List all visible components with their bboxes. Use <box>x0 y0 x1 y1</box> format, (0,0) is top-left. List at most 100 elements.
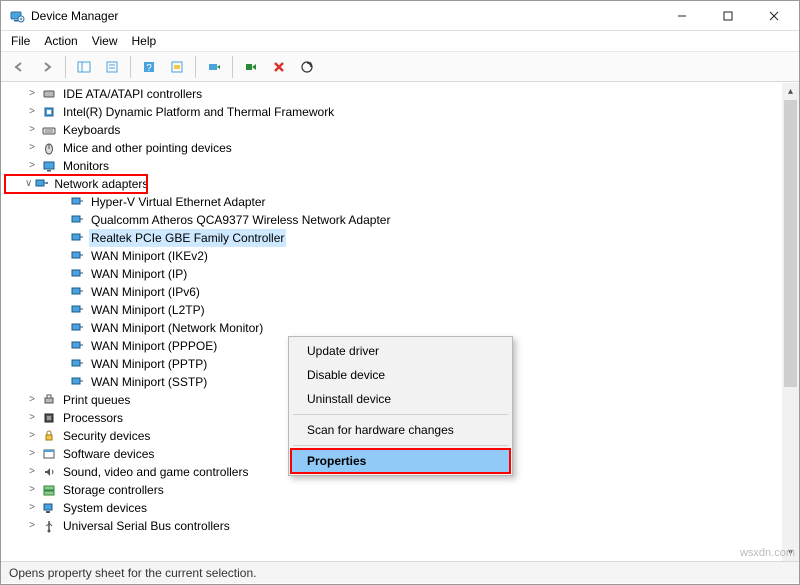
tree-label: Hyper-V Virtual Ethernet Adapter <box>89 193 268 211</box>
menu-bar: File Action View Help <box>1 31 799 52</box>
expand-icon[interactable]: > <box>25 481 39 499</box>
update-driver-button[interactable] <box>202 55 226 79</box>
tree-item-storage[interactable]: > Storage controllers <box>5 481 799 499</box>
ctx-separator <box>293 445 508 446</box>
tree-item-adapter[interactable]: Hyper-V Virtual Ethernet Adapter <box>5 193 799 211</box>
tree-label: IDE ATA/ATAPI controllers <box>61 85 204 103</box>
tree-label: Security devices <box>61 427 152 445</box>
enable-device-button[interactable] <box>239 55 263 79</box>
network-adapter-icon <box>69 230 85 246</box>
ctx-disable-device[interactable]: Disable device <box>291 363 510 387</box>
expand-icon[interactable]: > <box>25 499 39 517</box>
minimize-button[interactable] <box>659 1 705 31</box>
tree-item-adapter[interactable]: WAN Miniport (IP) <box>5 265 799 283</box>
network-adapter-icon <box>69 338 85 354</box>
tree-item-system-devices[interactable]: > System devices <box>5 499 799 517</box>
tree-label: Universal Serial Bus controllers <box>61 517 232 535</box>
scrollbar[interactable]: ▴ ▾ <box>782 83 799 561</box>
tree-label: Print queues <box>61 391 132 409</box>
uninstall-device-button[interactable] <box>267 55 291 79</box>
expand-icon[interactable]: > <box>25 391 39 409</box>
tree-label: Keyboards <box>61 121 122 139</box>
network-adapter-icon <box>69 320 85 336</box>
tree-label: System devices <box>61 499 149 517</box>
close-button[interactable] <box>751 1 797 31</box>
expand-icon[interactable]: > <box>25 463 39 481</box>
network-adapter-icon <box>69 266 85 282</box>
event-button[interactable] <box>165 55 189 79</box>
device-tree[interactable]: > IDE ATA/ATAPI controllers > Intel(R) D… <box>1 83 799 561</box>
tree-label: WAN Miniport (IPv6) <box>89 283 202 301</box>
maximize-button[interactable] <box>705 1 751 31</box>
watermark: wsxdn.com <box>740 547 795 559</box>
system-icon <box>41 500 57 516</box>
menu-help[interactable]: Help <box>132 34 157 48</box>
tree-label: WAN Miniport (IKEv2) <box>89 247 210 265</box>
ctx-properties[interactable]: Properties <box>291 449 510 473</box>
tree-item-keyboards[interactable]: > Keyboards <box>5 121 799 139</box>
expand-icon[interactable]: > <box>25 103 39 121</box>
back-button[interactable] <box>7 55 31 79</box>
properties-button[interactable] <box>100 55 124 79</box>
expand-icon[interactable]: > <box>25 409 39 427</box>
expand-icon[interactable]: > <box>25 139 39 157</box>
expand-icon[interactable]: > <box>25 157 39 175</box>
tree-item-adapter[interactable]: WAN Miniport (L2TP) <box>5 301 799 319</box>
usb-icon <box>41 518 57 534</box>
tree-label: WAN Miniport (L2TP) <box>89 301 207 319</box>
content-area: > IDE ATA/ATAPI controllers > Intel(R) D… <box>1 82 799 561</box>
svg-text:?: ? <box>146 63 152 74</box>
context-menu: Update driver Disable device Uninstall d… <box>288 336 513 476</box>
toolbar-separator <box>232 56 233 78</box>
tree-item-ide[interactable]: > IDE ATA/ATAPI controllers <box>5 85 799 103</box>
tree-label: WAN Miniport (Network Monitor) <box>89 319 265 337</box>
help-button[interactable]: ? <box>137 55 161 79</box>
scroll-up-icon[interactable]: ▴ <box>782 83 799 100</box>
tree-label: Network adapters <box>52 175 150 193</box>
forward-button[interactable] <box>35 55 59 79</box>
ctx-update-driver[interactable]: Update driver <box>291 339 510 363</box>
expand-icon[interactable]: > <box>25 427 39 445</box>
storage-icon <box>41 482 57 498</box>
window-title: Device Manager <box>31 9 118 23</box>
status-bar: Opens property sheet for the current sel… <box>1 561 799 583</box>
toolbar-separator <box>65 56 66 78</box>
tree-item-adapter[interactable]: WAN Miniport (IKEv2) <box>5 247 799 265</box>
cpu-icon <box>41 410 57 426</box>
network-icon <box>34 176 48 192</box>
tree-label: Processors <box>61 409 125 427</box>
tree-label: Storage controllers <box>61 481 166 499</box>
monitor-icon <box>41 158 57 174</box>
menu-file[interactable]: File <box>11 34 30 48</box>
show-hide-tree-button[interactable] <box>72 55 96 79</box>
tree-item-adapter[interactable]: WAN Miniport (Network Monitor) <box>5 319 799 337</box>
collapse-icon[interactable]: ∨ <box>25 175 32 193</box>
tree-item-monitors[interactable]: > Monitors <box>5 157 799 175</box>
network-adapter-icon <box>69 374 85 390</box>
ctx-uninstall-device[interactable]: Uninstall device <box>291 387 510 411</box>
tree-label: Software devices <box>61 445 156 463</box>
tree-item-mice[interactable]: > Mice and other pointing devices <box>5 139 799 157</box>
tree-label: WAN Miniport (IP) <box>89 265 189 283</box>
scroll-thumb[interactable] <box>784 100 797 387</box>
scan-hardware-button[interactable] <box>295 55 319 79</box>
expand-icon[interactable]: > <box>25 121 39 139</box>
menu-action[interactable]: Action <box>44 34 77 48</box>
toolbar-separator <box>130 56 131 78</box>
ctx-scan-hardware[interactable]: Scan for hardware changes <box>291 418 510 442</box>
tree-label: Sound, video and game controllers <box>61 463 250 481</box>
tree-item-adapter[interactable]: WAN Miniport (IPv6) <box>5 283 799 301</box>
ide-icon <box>41 86 57 102</box>
expand-icon[interactable]: > <box>25 445 39 463</box>
app-icon <box>9 8 25 24</box>
tree-item-adapter[interactable]: Qualcomm Atheros QCA9377 Wireless Networ… <box>5 211 799 229</box>
tree-item-network-adapters[interactable]: ∨ Network adapters <box>5 175 147 193</box>
chip-icon <box>41 104 57 120</box>
expand-icon[interactable]: > <box>25 85 39 103</box>
menu-view[interactable]: View <box>92 34 118 48</box>
tree-item-adapter-selected[interactable]: Realtek PCIe GBE Family Controller <box>5 229 799 247</box>
expand-icon[interactable]: > <box>25 517 39 535</box>
tree-item-usb[interactable]: > Universal Serial Bus controllers <box>5 517 799 535</box>
tree-label: Realtek PCIe GBE Family Controller <box>89 229 286 247</box>
tree-item-intel-framework[interactable]: > Intel(R) Dynamic Platform and Thermal … <box>5 103 799 121</box>
